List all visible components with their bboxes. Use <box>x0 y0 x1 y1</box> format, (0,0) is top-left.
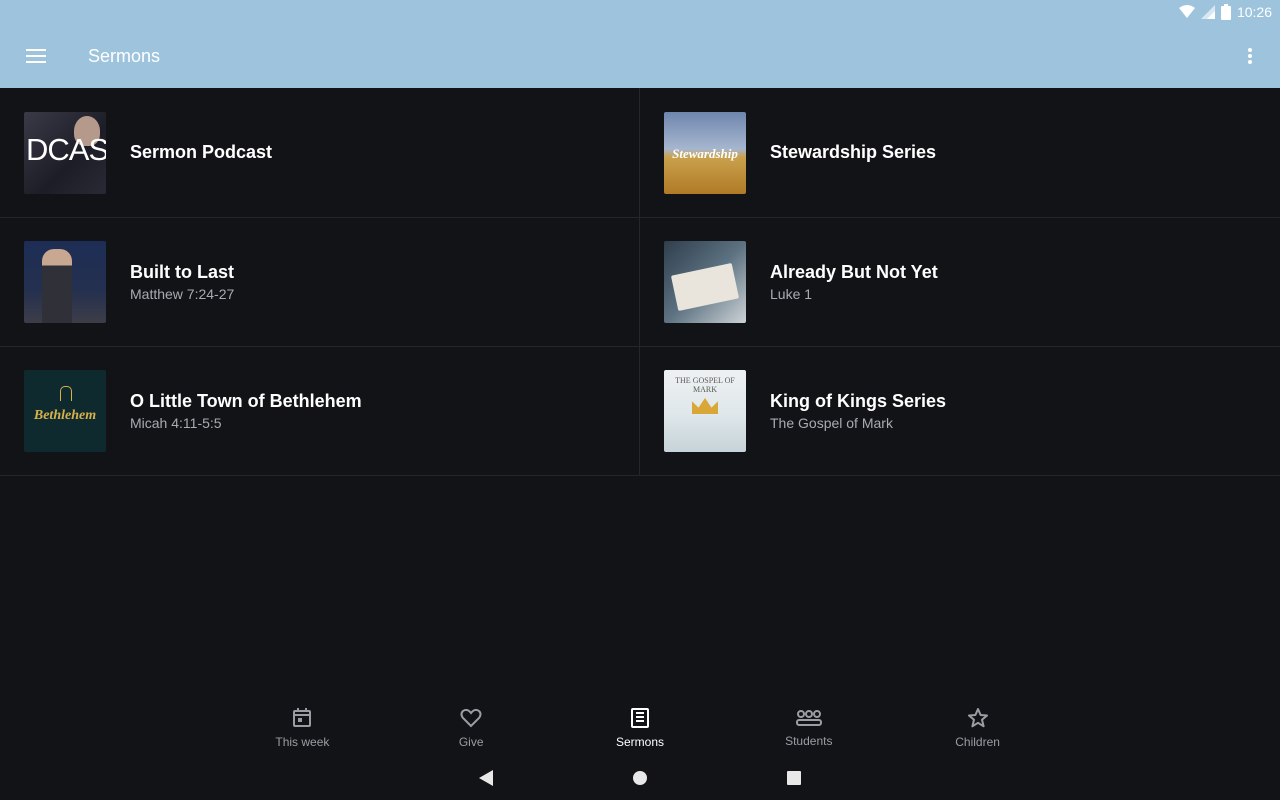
series-subtitle: The Gospel of Mark <box>770 415 893 431</box>
nav-label: Students <box>785 733 833 748</box>
nav-label: Give <box>458 734 484 749</box>
series-subtitle: Matthew 7:24-27 <box>130 286 235 302</box>
nav-label: Sermons <box>615 734 664 749</box>
app-bar: Sermons <box>0 24 1280 88</box>
series-thumbnail: Stewardship <box>664 111 746 194</box>
heart-icon <box>460 708 482 731</box>
nav-give[interactable]: Give <box>387 700 556 756</box>
hamburger-menu-icon[interactable] <box>0 24 72 88</box>
thumbnail-text: THE GOSPEL OF MARK <box>675 376 735 394</box>
signal-icon <box>1200 5 1215 19</box>
home-icon[interactable] <box>628 766 652 790</box>
series-title: Already But Not Yet <box>770 262 938 282</box>
nav-label: This week <box>275 734 330 749</box>
thumbnail-building <box>60 386 72 401</box>
series-title: Sermon Podcast <box>130 142 273 162</box>
series-subtitle: Luke 1 <box>770 286 813 302</box>
wifi-icon <box>1178 5 1195 19</box>
nav-sermons[interactable]: Sermons <box>556 700 725 756</box>
series-item-king-of-kings[interactable]: THE GOSPEL OF MARK King of Kings Series … <box>640 347 1280 476</box>
thumbnail-text: Bethlehem <box>33 408 97 423</box>
series-item-stewardship[interactable]: Stewardship Stewardship Series <box>640 88 1280 218</box>
series-title: Built to Last <box>130 262 234 282</box>
series-item-bethlehem[interactable]: Bethlehem O Little Town of Bethlehem Mic… <box>0 347 640 476</box>
series-thumbnail: DCAS <box>24 111 106 194</box>
series-thumbnail: THE GOSPEL OF MARK <box>664 370 746 452</box>
more-vert-icon[interactable] <box>1220 24 1280 88</box>
battery-icon <box>1220 4 1231 20</box>
calendar-icon <box>292 707 312 731</box>
book-icon <box>630 707 649 731</box>
series-title: King of Kings Series <box>770 391 947 411</box>
page-title: Sermons <box>88 45 161 66</box>
nav-students[interactable]: Students <box>724 700 893 756</box>
thumbnail-text: Stewardship <box>672 145 738 161</box>
back-icon[interactable] <box>474 766 498 790</box>
series-thumbnail <box>664 241 746 323</box>
nav-children[interactable]: Children <box>893 700 1062 756</box>
series-title: Stewardship Series <box>770 142 937 162</box>
thumbnail-figure <box>42 249 72 323</box>
status-time: 10:26 <box>1236 4 1272 20</box>
crown-icon <box>692 398 718 414</box>
series-item-already-but-not-yet[interactable]: Already But Not Yet Luke 1 <box>640 218 1280 347</box>
nav-label: Children <box>955 734 1000 749</box>
series-title: O Little Town of Bethlehem <box>130 391 362 411</box>
sermon-series-grid: DCAS Sermon Podcast Stewardship Stewards… <box>0 88 1280 476</box>
series-thumbnail <box>24 241 106 323</box>
group-icon <box>795 709 822 730</box>
series-subtitle: Micah 4:11-5:5 <box>130 415 222 431</box>
bottom-navigation: This week Give Sermons Students Children <box>218 700 1062 756</box>
system-navigation-bar <box>0 756 1280 800</box>
thumbnail-text: DCAS <box>26 131 106 167</box>
series-item-built-to-last[interactable]: Built to Last Matthew 7:24-27 <box>0 218 640 347</box>
star-icon <box>967 707 988 731</box>
nav-this-week[interactable]: This week <box>218 700 387 756</box>
series-item-sermon-podcast[interactable]: DCAS Sermon Podcast <box>0 88 640 218</box>
recents-icon[interactable] <box>782 766 806 790</box>
series-thumbnail: Bethlehem <box>24 370 106 452</box>
status-bar: 10:26 <box>0 0 1280 24</box>
thumbnail-book <box>670 262 740 312</box>
